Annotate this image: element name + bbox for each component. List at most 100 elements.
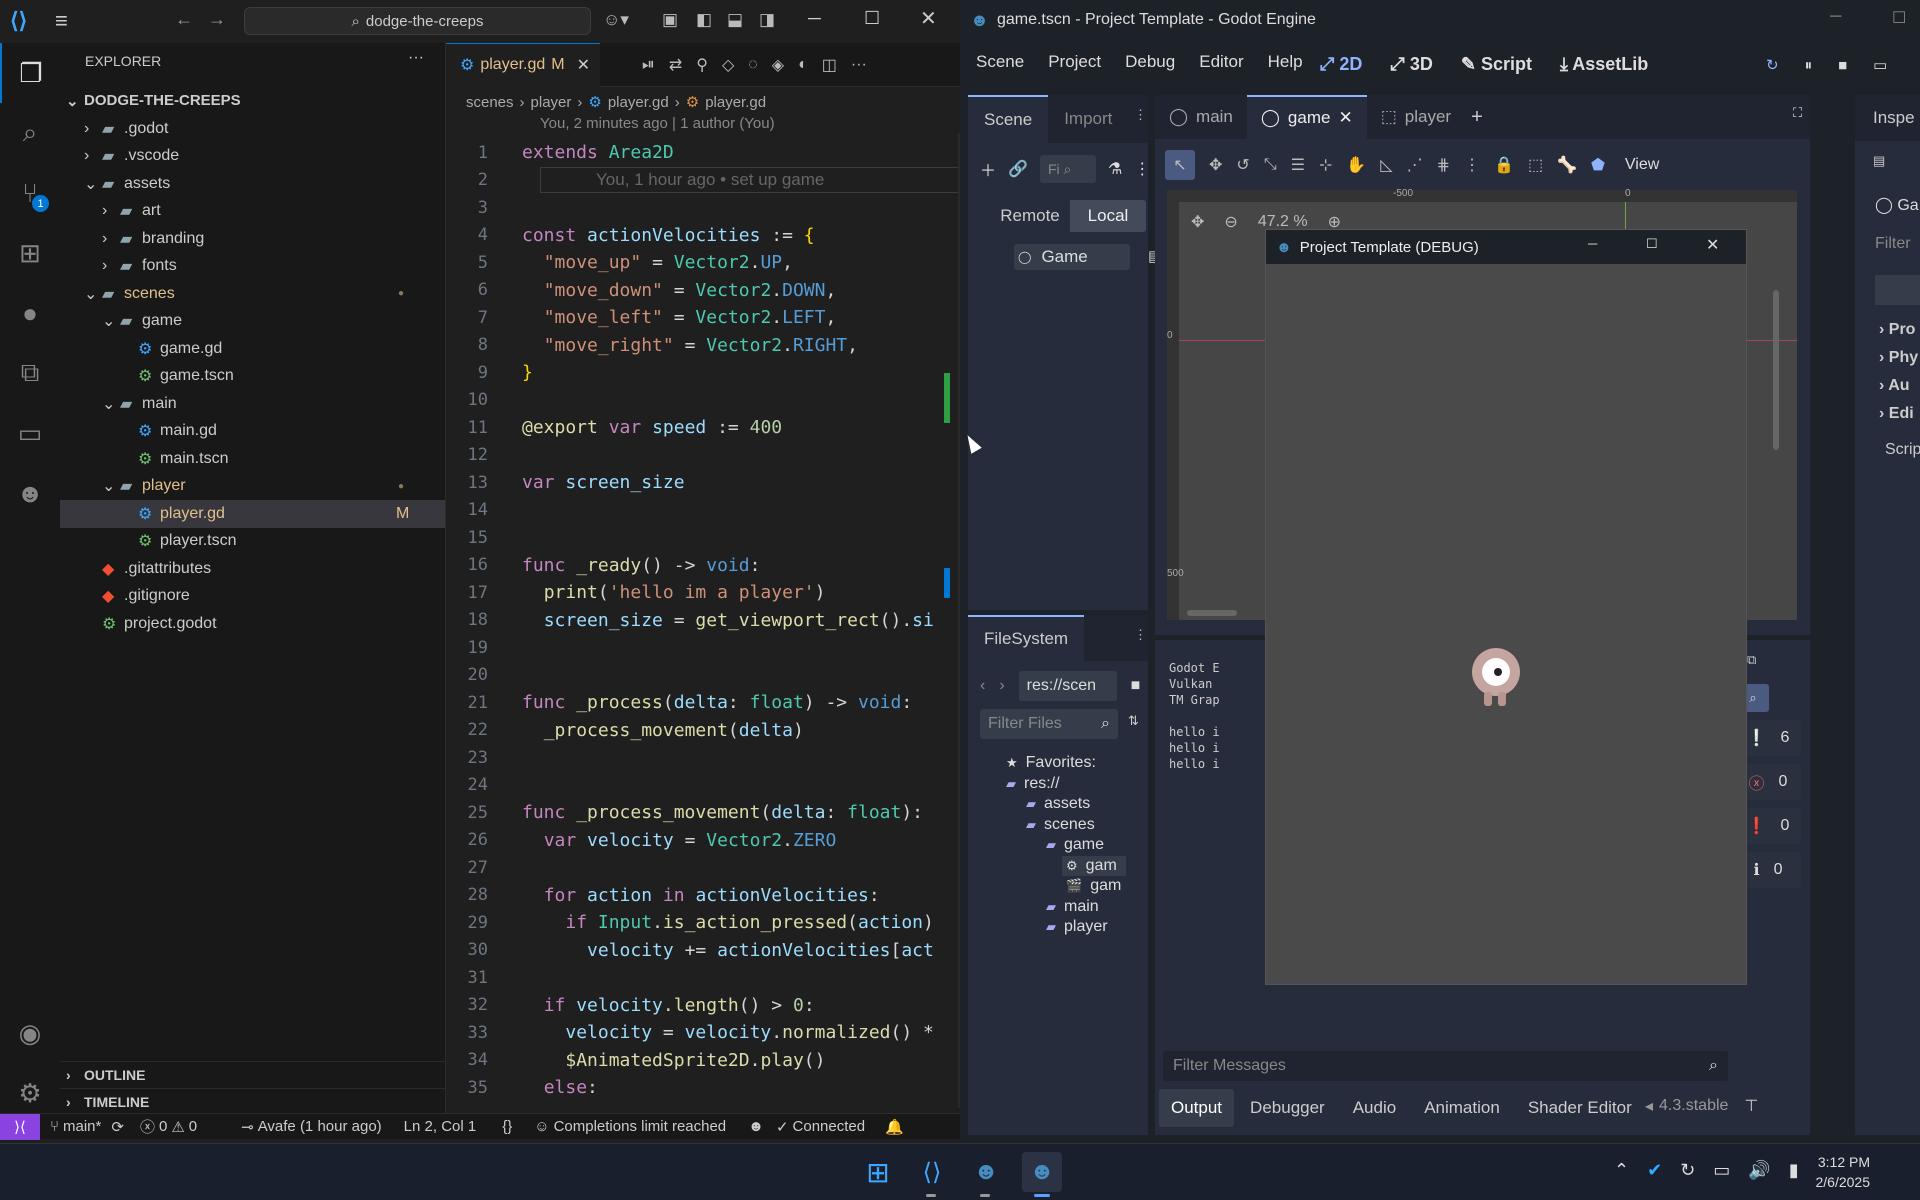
tree-item[interactable]: ⚙ main.tscn xyxy=(60,445,445,473)
back-arrow-icon[interactable]: ← xyxy=(175,9,193,30)
problems-indicator[interactable]: ⓧ 0 ⚠ 0 xyxy=(140,1116,197,1137)
taskbar-godot-debug-icon[interactable]: ☻ xyxy=(1022,1152,1062,1192)
next-change-icon[interactable]: ◈ xyxy=(772,55,784,75)
mode-2d[interactable]: ⤢ 2D xyxy=(1320,54,1362,75)
fs-forward-icon[interactable]: › xyxy=(999,677,1004,695)
mode-assetlib[interactable]: ⤓ AssetLib xyxy=(1560,54,1648,75)
breadcrumb-item[interactable]: player.gd xyxy=(608,94,669,111)
move-tool-icon[interactable]: ✥ xyxy=(1209,155,1222,175)
remote-button[interactable]: Remote xyxy=(990,200,1070,232)
remote-debug-icon[interactable]: ▭ xyxy=(1873,56,1887,74)
dock-menu-icon[interactable]: ⋮ xyxy=(1134,107,1147,123)
branch-indicator[interactable]: ⑂ main* ⟳ xyxy=(50,1118,124,1136)
tree-item[interactable]: ⌄ ▰ assets xyxy=(60,170,445,198)
breadcrumb[interactable]: scenes › player › ⚙ player.gd › ⚙ player.gd xyxy=(466,91,766,113)
tree-item[interactable]: ⚙ game.gd xyxy=(60,335,445,363)
timeline-section[interactable]: › TIMELINE xyxy=(60,1088,445,1116)
pivot-icon[interactable]: ⊹ xyxy=(1319,155,1332,175)
bottom-tab-shader-editor[interactable]: Shader Editor xyxy=(1516,1089,1644,1127)
command-center-search[interactable]: ⌕ dodge-the-creeps xyxy=(244,7,591,35)
fs-item[interactable]: ★ Favorites: xyxy=(968,753,1148,774)
source-control-icon[interactable]: ⑂ 1 xyxy=(0,163,60,223)
fs-item[interactable]: ▰ scenes xyxy=(968,815,1148,836)
tree-item[interactable]: › ▰ fonts xyxy=(60,253,445,281)
tree-item[interactable]: ◆ .gitignore xyxy=(60,583,445,611)
breadcrumb-item[interactable]: scenes xyxy=(466,94,514,111)
tab-player-gd[interactable]: ⚙ player.gd M ✕ xyxy=(446,43,601,87)
remote-monitor-icon[interactable]: ▭ xyxy=(0,403,60,463)
zoom-out-icon[interactable]: ⊖ xyxy=(1224,212,1237,232)
menu-scene[interactable]: Scene xyxy=(976,52,1024,72)
code-editor[interactable]: 1 extends Area2D 2 3 4 const actionVelocities… xyxy=(446,139,960,1102)
fs-item[interactable]: ▰ game xyxy=(968,835,1148,856)
close-icon[interactable]: ✕ xyxy=(920,6,937,31)
copilot-status[interactable]: ☺ Completions limit reached xyxy=(534,1118,726,1135)
bottom-tab-debugger[interactable]: Debugger xyxy=(1238,1089,1337,1127)
debug-minimize-icon[interactable]: ─ xyxy=(1588,236,1597,251)
debug-maximize-icon[interactable]: ☐ xyxy=(1646,236,1658,252)
tree-item[interactable]: › ▰ art xyxy=(60,198,445,226)
bone-icon[interactable]: 🦴 xyxy=(1557,155,1577,175)
tray-sync-icon[interactable]: ↻ xyxy=(1680,1160,1695,1181)
taskbar-godot-icon[interactable]: ☻ xyxy=(968,1154,1004,1190)
inspector-button[interactable] xyxy=(1875,275,1920,305)
minimize-icon[interactable]: ─ xyxy=(808,8,821,29)
inspector-new-icon[interactable]: ▤ xyxy=(1873,153,1885,169)
scene-tab-main[interactable]: ◯ main xyxy=(1155,95,1247,139)
scene-more-icon[interactable]: ⋮ xyxy=(1134,159,1150,179)
debug-close-icon[interactable]: ✕ xyxy=(1706,235,1719,255)
pin-bottom-panel-icon[interactable]: ⊤ xyxy=(1744,1096,1758,1116)
tray-chevron-up-icon[interactable]: ⌃ xyxy=(1614,1160,1629,1181)
scene-tab-player[interactable]: ⬚ player xyxy=(1367,95,1465,139)
tray-battery-icon[interactable]: ▮ xyxy=(1789,1160,1799,1181)
inspector-object[interactable]: ◯ Ga xyxy=(1875,195,1919,215)
bottom-tab-animation[interactable]: Animation xyxy=(1412,1089,1512,1127)
tree-item[interactable]: ◆ .gitattributes xyxy=(60,555,445,583)
forward-arrow-icon[interactable]: → xyxy=(208,9,226,30)
timeline-icon[interactable]: ◌ xyxy=(748,56,758,74)
git-blame-header[interactable]: You, 2 minutes ago | 1 author (You) xyxy=(540,115,775,132)
add-node-icon[interactable]: ＋ xyxy=(980,157,996,181)
tree-item[interactable]: ⌄ ▰ player ● xyxy=(60,473,445,501)
fs-item[interactable]: ▰ player xyxy=(968,917,1148,938)
scale-tool-icon[interactable]: ⤡ xyxy=(1264,156,1277,174)
toggle-secondary-sidebar-icon[interactable]: ◨ xyxy=(759,10,775,30)
fs-menu-icon[interactable]: ⋮ xyxy=(1134,627,1147,643)
fs-item[interactable]: ▰ assets xyxy=(968,794,1148,815)
godot-minimize-icon[interactable]: ─ xyxy=(1830,8,1841,26)
toggle-panel-icon[interactable]: ⬓ xyxy=(727,10,743,30)
ruler-tool-icon[interactable]: ◺ xyxy=(1380,155,1392,175)
reload-icon[interactable]: ↻ xyxy=(1766,56,1779,74)
rotate-tool-icon[interactable]: ↺ xyxy=(1236,155,1249,175)
menu-icon[interactable]: ≡ xyxy=(55,8,68,34)
copy-output-icon[interactable]: ⧉ xyxy=(1747,652,1756,668)
editor-more-icon[interactable]: ··· xyxy=(851,56,867,74)
tray-display-icon[interactable]: ▭ xyxy=(1713,1160,1730,1181)
list-select-icon[interactable]: ☰ xyxy=(1291,155,1305,175)
braces-icon[interactable]: {} xyxy=(502,1118,512,1135)
extensions-icon[interactable]: ⊞ xyxy=(0,223,60,283)
link-icon[interactable]: 🔗 xyxy=(1008,159,1028,179)
layout-icon[interactable]: ▣ xyxy=(662,10,678,30)
viewport-vscroll[interactable] xyxy=(1773,290,1779,450)
open-changes-icon[interactable]: ◐ xyxy=(798,56,808,74)
git-blame-status[interactable]: ⊸ Avafe (1 hour ago) xyxy=(241,1118,382,1136)
close-tab-icon[interactable]: ✕ xyxy=(1338,108,1352,128)
tab-scene[interactable]: Scene xyxy=(968,95,1049,143)
group-icon[interactable]: ⬚ xyxy=(1528,155,1543,175)
tree-item[interactable]: › ▰ .vscode xyxy=(60,143,445,171)
smart-snap-icon[interactable]: ⋰ xyxy=(1407,155,1423,175)
script-icon[interactable]: ⚗ xyxy=(1108,159,1122,179)
notifications-bell-icon[interactable]: 🔔 xyxy=(885,1118,904,1136)
tree-item[interactable]: › ▰ branding xyxy=(60,225,445,253)
tree-item[interactable]: ⚙ project.godot xyxy=(60,610,445,638)
tree-item[interactable]: ⚙ game.tscn xyxy=(60,363,445,391)
mode-script[interactable]: ✎ Script xyxy=(1461,54,1532,75)
fs-layout-icon[interactable]: ■ xyxy=(1131,677,1141,695)
fs-item[interactable]: ▰ main xyxy=(968,897,1148,918)
tree-item[interactable]: ⚙ player.tscn xyxy=(60,528,445,556)
tree-item[interactable]: ⚙ main.gd xyxy=(60,418,445,446)
maximize-icon[interactable]: ☐ xyxy=(864,8,880,29)
breadcrumb-item[interactable]: player.gd xyxy=(705,94,766,111)
fs-path-input[interactable]: res://scen xyxy=(1018,671,1117,701)
